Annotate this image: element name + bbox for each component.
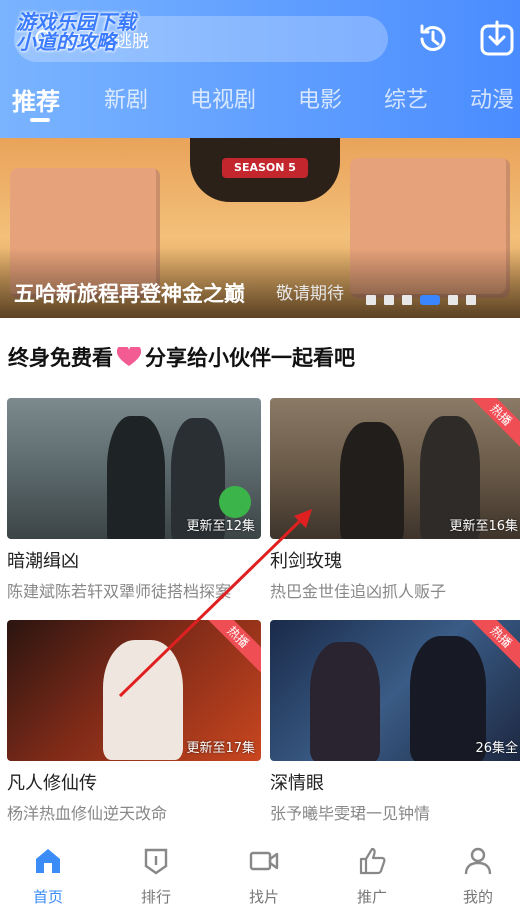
poster-figure	[340, 422, 404, 539]
tab-movie[interactable]: 电影	[298, 82, 342, 114]
nav-home[interactable]: 首页	[8, 846, 88, 907]
carousel-dot[interactable]	[448, 295, 458, 305]
nav-label: 我的	[462, 888, 493, 906]
thumbs-up-icon	[359, 847, 386, 875]
video-card[interactable]: 热播 更新至16集 利剑玫瑰 热巴金世佳追凶抓人贩子	[270, 398, 520, 602]
video-title: 凡人修仙传	[7, 773, 97, 794]
tab-recommend[interactable]: 推荐	[12, 82, 60, 117]
banner-subtitle: 敬请期待	[276, 284, 344, 304]
video-card[interactable]: 热播 更新至17集 凡人修仙传 杨洋热血修仙逆天改命	[7, 620, 261, 824]
banner-logo-badge: SEASON 5	[222, 158, 308, 178]
nav-label: 首页	[32, 888, 63, 906]
video-thumbnail[interactable]: 更新至12集	[7, 398, 261, 539]
ranking-icon	[144, 848, 168, 875]
download-icon[interactable]	[478, 20, 516, 58]
heart-icon	[117, 347, 141, 366]
nav-label: 推广	[356, 888, 387, 906]
video-title: 暗潮缉凶	[7, 551, 79, 572]
video-description: 陈建斌陈若轩双犟师徒搭档探案	[7, 582, 232, 601]
video-card[interactable]: 更新至12集 暗潮缉凶 陈建斌陈若轩双犟师徒搭档探案	[7, 398, 261, 602]
tab-variety[interactable]: 综艺	[384, 82, 428, 114]
episode-label: 更新至16集	[449, 519, 518, 534]
episode-label: 26集全	[475, 741, 518, 756]
banner-carousel[interactable]: SEASON 5 五哈新旅程再登神金之巅 敬请期待	[0, 138, 520, 318]
nav-ranking[interactable]: 排行	[116, 846, 196, 907]
tab-anime[interactable]: 动漫	[470, 82, 514, 114]
carousel-dot[interactable]	[366, 295, 376, 305]
episode-label: 更新至12集	[186, 519, 255, 534]
video-thumbnail[interactable]: 热播 更新至17集	[7, 620, 261, 761]
nav-label: 排行	[140, 888, 171, 906]
video-camera-icon	[249, 851, 279, 871]
carousel-dot[interactable]	[466, 295, 476, 305]
tab-indicator	[30, 118, 50, 122]
poster-figure	[310, 642, 380, 761]
video-thumbnail[interactable]: 热播 更新至16集	[270, 398, 520, 539]
carousel-dot[interactable]	[402, 295, 412, 305]
video-description: 热巴金世佳追凶抓人贩子	[270, 582, 447, 601]
nav-profile[interactable]: 我的	[438, 846, 518, 907]
banner-title: 五哈新旅程再登神金之巅	[14, 282, 245, 306]
video-title: 利剑玫瑰	[270, 551, 342, 572]
hot-badge: 热播	[199, 620, 261, 676]
video-thumbnail[interactable]: 热播 26集全	[270, 620, 520, 761]
nav-promote[interactable]: 推广	[332, 846, 412, 907]
search-icon	[35, 29, 55, 49]
carousel-dot[interactable]	[384, 295, 394, 305]
video-description: 杨洋热血修仙逆天改命	[7, 804, 168, 823]
section-title-part1: 终身免费看	[8, 346, 113, 370]
carousel-dots	[366, 295, 476, 305]
bottom-nav: 首页 排行 找片 推广 我的	[0, 838, 520, 912]
poster-figure	[103, 640, 183, 760]
search-bar[interactable]: 密室大逃脱	[14, 16, 388, 62]
nav-discover[interactable]: 找片	[224, 846, 304, 907]
search-text: 密室大逃脱	[64, 31, 149, 52]
app-header: 密室大逃脱 游戏乐园下载 小道的攻略 推荐 新剧 电视剧 电影 综艺 动漫	[0, 0, 520, 138]
episode-label: 更新至17集	[186, 741, 255, 756]
person-icon	[464, 847, 492, 875]
poster-badge	[219, 486, 251, 518]
video-card[interactable]: 热播 26集全 深情眼 张予曦毕雯珺一见钟情	[270, 620, 520, 824]
section-title-part2: 分享给小伙伴一起看吧	[145, 346, 355, 370]
poster-figure	[107, 416, 165, 539]
carousel-dot-active[interactable]	[420, 295, 440, 305]
home-icon	[36, 849, 60, 873]
video-description: 张予曦毕雯珺一见钟情	[270, 804, 431, 823]
video-title: 深情眼	[270, 773, 324, 794]
tab-new-drama[interactable]: 新剧	[104, 82, 148, 114]
history-icon[interactable]	[414, 20, 452, 58]
nav-label: 找片	[248, 888, 279, 906]
tab-tv-series[interactable]: 电视剧	[190, 82, 256, 114]
section-title: 终身免费看 分享给小伙伴一起看吧	[8, 342, 355, 372]
category-tabs: 推荐 新剧 电视剧 电影 综艺 动漫	[0, 82, 520, 122]
